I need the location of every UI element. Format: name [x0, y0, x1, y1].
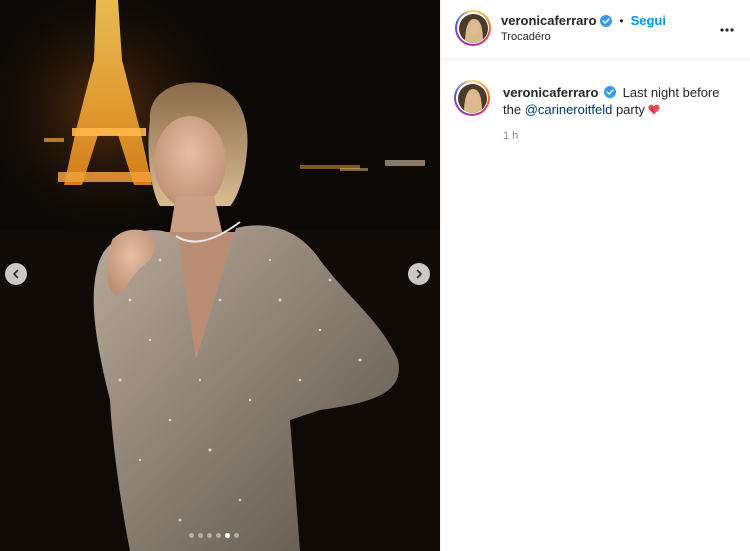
carousel-dot	[189, 533, 194, 538]
post-header: veronicaferraro • Segui Trocadéro	[441, 0, 750, 60]
caption-avatar[interactable]	[454, 80, 490, 116]
caption-text: veronicaferraro Last night before the @c…	[503, 84, 733, 118]
separator-dot: •	[619, 13, 624, 28]
location-link[interactable]: Trocadéro	[501, 31, 551, 43]
follow-button[interactable]: Segui	[631, 13, 666, 28]
caption-username-link[interactable]: veronicaferraro	[503, 85, 598, 100]
carousel-dot	[225, 533, 230, 538]
post-timestamp[interactable]: 1 h	[503, 130, 518, 142]
carousel-dot	[216, 533, 221, 538]
avatar-image	[458, 13, 488, 43]
carousel-indicator	[189, 533, 239, 538]
post-photo	[0, 0, 440, 551]
carousel-dot	[198, 533, 203, 538]
post-side-panel: veronicaferraro • Segui Trocadéro veroni…	[440, 0, 750, 551]
carousel-dot	[234, 533, 239, 538]
username-link[interactable]: veronicaferraro	[501, 13, 596, 28]
caption-body-end: party	[615, 102, 645, 117]
avatar-image	[457, 83, 487, 113]
avatar[interactable]	[455, 10, 491, 46]
carousel-prev-button[interactable]	[5, 263, 27, 285]
more-options-button[interactable]	[719, 22, 735, 38]
post-media[interactable]	[0, 0, 440, 551]
verified-badge-icon	[604, 86, 617, 98]
more-options-icon	[720, 28, 734, 32]
mention-link[interactable]: @carineroitfeld	[525, 102, 613, 117]
chevron-right-icon	[416, 269, 422, 279]
carousel-next-button[interactable]	[408, 263, 430, 285]
chevron-left-icon	[13, 269, 19, 279]
heart-emoji-icon	[648, 104, 661, 115]
carousel-dot	[207, 533, 212, 538]
verified-badge-icon	[600, 14, 613, 27]
